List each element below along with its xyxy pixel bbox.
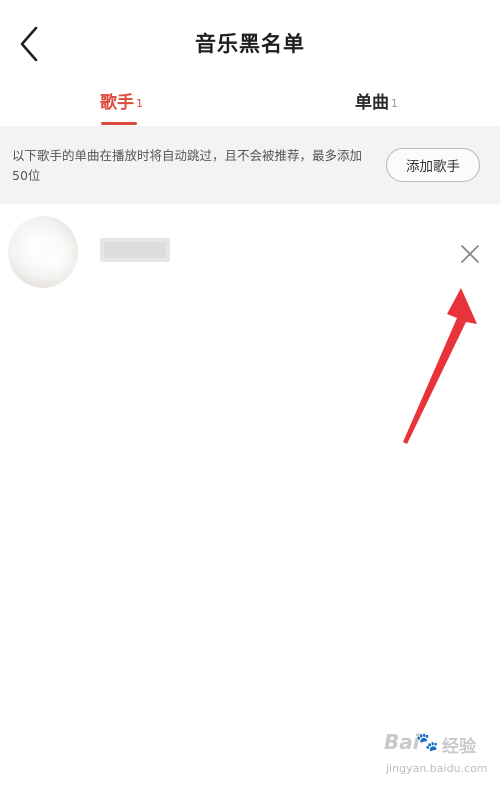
watermark-suffix: 经验 — [442, 737, 476, 757]
watermark-brand: Bai — [384, 730, 420, 754]
tab-bar: 歌手 1 单曲 1 — [0, 76, 500, 126]
avatar[interactable] — [8, 216, 78, 288]
remove-button[interactable] — [458, 242, 482, 266]
watermark: Bai 🐾 经验 jingyan.baidu.com — [384, 730, 496, 784]
top-bar: 音乐黑名单 — [0, 0, 500, 86]
notice-text: 以下歌手的单曲在播放时将自动跳过，且不会被推荐，最多添加50位 — [12, 148, 363, 183]
page-title: 音乐黑名单 — [195, 32, 305, 56]
tab-singers-label: 歌手 — [100, 93, 134, 113]
tab-songs[interactable]: 单曲 1 — [355, 88, 398, 126]
watermark-url: jingyan.baidu.com — [386, 762, 488, 775]
tab-singers[interactable]: 歌手 1 — [100, 88, 143, 126]
tab-singers-count: 1 — [136, 97, 143, 110]
notice-banner: 以下歌手的单曲在播放时将自动跳过，且不会被推荐，最多添加50位 添加歌手 — [0, 126, 500, 204]
close-icon — [458, 242, 482, 266]
paw-icon: 🐾 — [416, 732, 439, 753]
add-singer-button[interactable]: 添加歌手 — [386, 148, 480, 182]
annotation-arrow-icon — [403, 288, 477, 444]
tab-songs-count: 1 — [391, 97, 398, 110]
active-tab-indicator — [101, 122, 137, 125]
tab-songs-label: 单曲 — [355, 93, 389, 113]
singer-name-redacted — [100, 238, 170, 262]
avatar-blur — [8, 216, 78, 288]
